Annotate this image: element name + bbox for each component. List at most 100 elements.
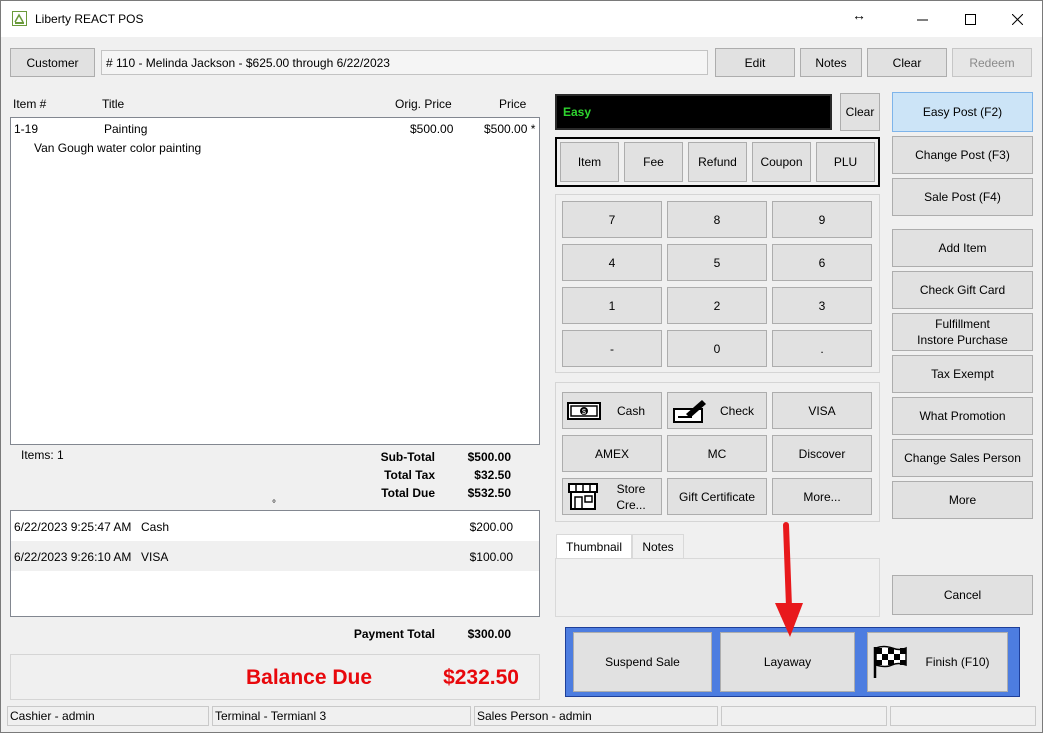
list-item[interactable]: 6/22/2023 9:26:10 AM VISA $100.00 [11, 541, 539, 571]
what-promotion-button[interactable]: What Promotion [892, 397, 1033, 435]
pos-window: Liberty REACT POS ↔ Customer # 110 - Mel… [0, 0, 1043, 733]
fee-mode-button[interactable]: Fee [624, 142, 683, 182]
suspend-sale-button[interactable]: Suspend Sale [573, 632, 712, 692]
thumbnail-panel [555, 558, 880, 617]
layaway-button[interactable]: Layaway [720, 632, 855, 692]
plu-mode-button[interactable]: PLU [816, 142, 875, 182]
payment-amount: $100.00 [469, 550, 513, 564]
keypad-1-button[interactable]: 1 [562, 287, 662, 324]
list-item[interactable]: 6/22/2023 9:25:47 AM Cash $200.00 [11, 511, 539, 541]
check-gift-card-button[interactable]: Check Gift Card [892, 271, 1033, 309]
keypad-9-button[interactable]: 9 [772, 201, 872, 238]
item-orig-price: $500.00 [410, 122, 454, 136]
annotation-arrow [775, 522, 803, 637]
app-icon [12, 11, 27, 26]
more-tenders-button[interactable]: More... [772, 478, 872, 515]
check-pen-icon [673, 399, 706, 423]
finish-button[interactable]: Finish (F10) [867, 632, 1008, 692]
status-empty-2 [890, 706, 1036, 726]
more-actions-button[interactable]: More [892, 481, 1033, 519]
tab-thumbnail[interactable]: Thumbnail [556, 534, 632, 559]
redeem-button[interactable]: Redeem [952, 48, 1032, 77]
items-count: Items: 1 [21, 448, 64, 462]
status-empty-1 [721, 706, 887, 726]
splitter-handle[interactable]: ° [272, 499, 276, 510]
keypad-minus-button[interactable]: - [562, 330, 662, 367]
payment-amount: $200.00 [469, 520, 513, 534]
payment-time: 6/22/2023 9:25:47 AM [14, 520, 132, 534]
payment-total-label: Payment Total [353, 627, 435, 641]
total-tax-value: $32.50 [474, 468, 511, 482]
keypad-0-button[interactable]: 0 [667, 330, 767, 367]
edit-customer-button[interactable]: Edit [715, 48, 795, 77]
easy-post-button[interactable]: Easy Post (F2) [892, 92, 1033, 132]
keypad-6-button[interactable]: 6 [772, 244, 872, 281]
keypad-decimal-button[interactable]: . [772, 330, 872, 367]
balance-due-label: Balance Due [246, 666, 373, 689]
list-item[interactable]: 1-19 Painting $500.00 $500.00 * Van Goug… [11, 118, 539, 158]
column-header-orig-price[interactable]: Orig. Price [395, 97, 452, 111]
items-list[interactable]: 1-19 Painting $500.00 $500.00 * Van Goug… [10, 117, 540, 445]
item-title: Painting [104, 122, 148, 136]
store-credit-tender-button[interactable]: Store Cre... [562, 478, 662, 515]
maximize-icon[interactable] [947, 1, 993, 37]
amex-tender-button[interactable]: AMEX [562, 435, 662, 472]
finish-button-label: Finish (F10) [925, 655, 990, 669]
keypad-2-button[interactable]: 2 [667, 287, 767, 324]
visa-tender-button[interactable]: VISA [772, 392, 872, 429]
customer-info-field: # 110 - Melinda Jackson - $625.00 throug… [101, 50, 708, 75]
keypad-4-button[interactable]: 4 [562, 244, 662, 281]
total-due-value: $532.50 [467, 486, 511, 500]
change-post-button[interactable]: Change Post (F3) [892, 136, 1033, 174]
mc-tender-button[interactable]: MC [667, 435, 767, 472]
store-icon [568, 482, 598, 510]
status-cashier: Cashier - admin [7, 706, 209, 726]
payment-method: Cash [141, 520, 170, 534]
column-header-price[interactable]: Price [499, 97, 526, 111]
total-tax-label: Total Tax [384, 468, 435, 482]
payments-list[interactable]: 6/22/2023 9:25:47 AM Cash $200.00 6/22/2… [10, 510, 540, 617]
entry-display[interactable]: Easy [555, 94, 832, 130]
change-sales-person-button[interactable]: Change Sales Person [892, 439, 1033, 477]
window-title: Liberty REACT POS [35, 12, 144, 26]
fulfillment-instore-button[interactable]: Fulfillment Instore Purchase [892, 313, 1033, 351]
item-description: Van Gough water color painting [34, 141, 202, 155]
balance-due-panel: Balance Due $232.50 [10, 654, 540, 700]
cancel-sale-button[interactable]: Cancel [892, 575, 1033, 615]
clear-customer-button[interactable]: Clear [867, 48, 947, 77]
close-icon[interactable] [994, 1, 1040, 37]
customer-notes-button[interactable]: Notes [800, 48, 862, 77]
keypad-8-button[interactable]: 8 [667, 201, 767, 238]
column-header-title[interactable]: Title [102, 97, 124, 111]
status-sales-person: Sales Person - admin [474, 706, 718, 726]
balance-due-amount: $232.50 [443, 666, 519, 689]
payment-total-value: $300.00 [467, 627, 511, 641]
item-mode-button[interactable]: Item [560, 142, 619, 182]
resize-icon[interactable]: ↔ [852, 7, 866, 23]
payment-method: VISA [141, 550, 169, 564]
column-header-item-no[interactable]: Item # [13, 97, 46, 111]
checkered-flag-icon [873, 645, 907, 678]
coupon-mode-button[interactable]: Coupon [752, 142, 811, 182]
keypad-5-button[interactable]: 5 [667, 244, 767, 281]
customer-button[interactable]: Customer [10, 48, 95, 77]
refund-mode-button[interactable]: Refund [688, 142, 747, 182]
cash-tender-button[interactable]: $ Cash [562, 392, 662, 429]
keypad-7-button[interactable]: 7 [562, 201, 662, 238]
tax-exempt-button[interactable]: Tax Exempt [892, 355, 1033, 393]
item-number: 1-19 [14, 122, 39, 136]
clear-entry-button[interactable]: Clear [840, 93, 880, 131]
discover-tender-button[interactable]: Discover [772, 435, 872, 472]
tab-notes[interactable]: Notes [632, 534, 684, 559]
total-due-label: Total Due [381, 486, 435, 500]
check-tender-label: Check [719, 403, 754, 418]
entry-display-text: Easy [563, 105, 592, 119]
status-terminal: Terminal - Termianl 3 [212, 706, 471, 726]
check-tender-button[interactable]: Check [667, 392, 767, 429]
subtotal-value: $500.00 [467, 450, 511, 464]
gift-certificate-tender-button[interactable]: Gift Certificate [667, 478, 767, 515]
minimize-icon[interactable] [899, 1, 945, 37]
add-item-button[interactable]: Add Item [892, 229, 1033, 267]
sale-post-button[interactable]: Sale Post (F4) [892, 178, 1033, 216]
keypad-3-button[interactable]: 3 [772, 287, 872, 324]
